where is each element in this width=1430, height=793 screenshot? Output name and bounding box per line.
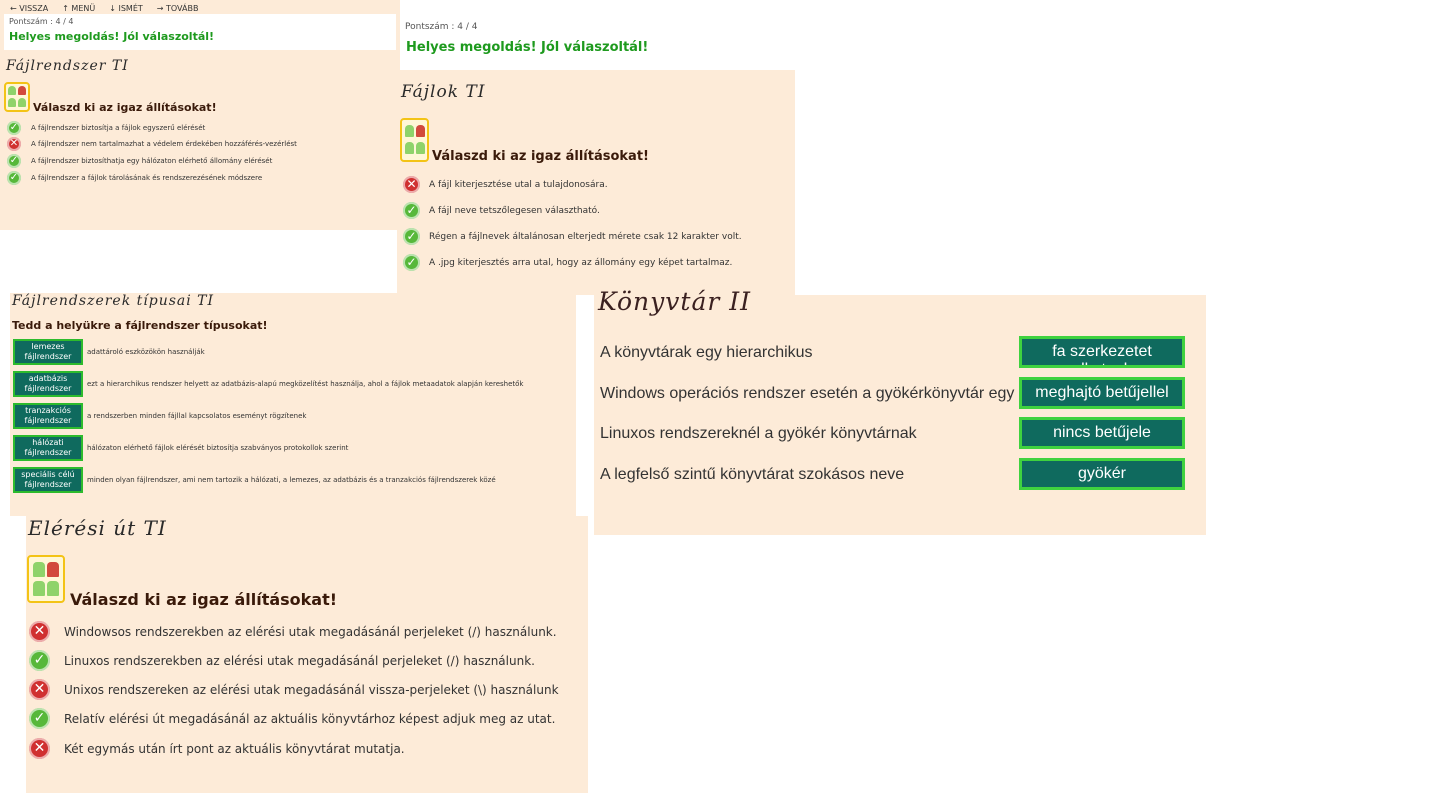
cross-icon: ✕ [29,679,50,700]
check-icon: ✓ [29,650,50,671]
statement-row[interactable]: ✓ A fájlrendszer a fájlok tárolásának és … [7,171,262,185]
statement-row[interactable]: ✕ Unixos rendszereken az elérési utak meg… [29,679,559,700]
cross-icon: ✕ [29,738,50,759]
check-icon: ✓ [403,202,420,219]
quiz-panel-directory [594,295,1206,535]
quiz-panel-files: Fájlok TI Válaszd ki az igaz állításokat… [397,70,795,295]
cross-icon: ✕ [29,621,50,642]
match-description: a rendszerben minden fájllal kapcsolatos… [87,412,307,420]
statement-row[interactable]: ✕ Két egymás után írt pont az aktuális kö… [29,738,405,759]
feedback-box-2: Pontszám : 4 / 4 Helyes megoldás! Jól vá… [400,15,795,70]
score-text: Pontszám : 4 / 4 [405,22,478,32]
quiz-icon [4,82,30,112]
question-title: Válaszd ki az igaz állításokat! [432,149,649,164]
check-icon: ✓ [29,708,50,729]
quiz-title: Elérési út TI [28,516,167,540]
quiz-title: Fájlrendszer TI [6,58,129,74]
quiz-panel-filesystem-types: Fájlrendszerek típusai TI Tedd a helyükr… [10,293,576,516]
quiz-icon [400,118,429,162]
match-description: adattároló eszközökön használják [87,348,205,356]
question-title: Válaszd ki az igaz állításokat! [70,590,338,609]
match-row: adatbázis fájlrendszer ezt a hierarchiku… [13,371,576,399]
feedback-box: Pontszám : 4 / 4 Helyes megoldás! Jól vá… [4,14,396,50]
sentence-text: A könyvtárak egy hierarchikus [600,344,813,361]
quiz-title: Könyvtár II [598,287,752,316]
type-tag[interactable]: hálózati fájlrendszer [13,435,83,461]
check-icon: ✓ [7,154,21,168]
statement-row[interactable]: ✓ A fájl neve tetszőlegesen választható. [403,202,600,219]
quiz-icon [27,555,65,603]
statement-row[interactable]: ✓ Relatív elérési út megadásánál az aktuá… [29,708,555,729]
check-icon: ✓ [403,228,420,245]
repeat-link[interactable]: ↓ ISMÉT [109,4,143,13]
statement-row[interactable]: ✓ Linuxos rendszerekben az elérési utak m… [29,650,535,671]
match-row: speciális célú fájlrendszer minden olyan… [13,467,576,495]
feedback-text: Helyes megoldás! Jól válaszoltál! [406,40,649,55]
quiz-title: Fájlrendszerek típusai TI [12,293,215,309]
feedback-text: Helyes megoldás! Jól válaszoltál! [9,30,215,43]
type-tag[interactable]: adatbázis fájlrendszer [13,371,83,397]
answer-box[interactable]: nincs betűjele [1019,417,1185,449]
type-tag[interactable]: speciális célú fájlrendszer [13,467,83,493]
statement-row[interactable]: ✕ A fájlrendszer nem tartalmazhat a védel… [7,137,297,151]
sentence-text: Windows operációs rendszer esetén a gyök… [600,385,1015,402]
question-title: Válaszd ki az igaz állításokat! [33,101,217,114]
statement-row[interactable]: ✓ A fájlrendszer biztosíthatja egy hálóza… [7,154,272,168]
answer-box[interactable]: fa szerkezetet alkotnak [1019,336,1185,368]
quiz-panel-filesystem: ← VISSZA ↑ MENÜ ↓ ISMÉT → TOVÁBB Pontszá… [0,0,400,230]
quiz-panel-path: Elérési út TI Válaszd ki az igaz állítás… [26,516,588,793]
instruction-text: Tedd a helyükre a fájlrendszer típusokat… [12,319,268,332]
statement-row[interactable]: ✕ Windowsos rendszerekben az elérési utak… [29,621,557,642]
sentence-text: Linuxos rendszereknél a gyökér könyvtárn… [600,425,917,442]
next-link[interactable]: → TOVÁBB [157,4,199,13]
match-list: lemezes fájlrendszer adattároló eszközök… [13,339,576,509]
cross-icon: ✕ [7,137,21,151]
match-description: hálózaton elérhető fájlok elérését bizto… [87,444,349,452]
answer-box[interactable]: gyökér [1019,458,1185,490]
type-tag[interactable]: tranzakciós fájlrendszer [13,403,83,429]
quiz-nav: ← VISSZA ↑ MENÜ ↓ ISMÉT → TOVÁBB [10,4,198,13]
score-text: Pontszám : 4 / 4 [9,17,74,26]
statement-row[interactable]: ✕ A fájl kiterjesztése utal a tulajdonosá… [403,176,608,193]
match-row: hálózati fájlrendszer hálózaton elérhető… [13,435,576,463]
check-icon: ✓ [7,171,21,185]
back-link[interactable]: ← VISSZA [10,4,48,13]
match-description: ezt a hierarchikus rendszer helyett az a… [87,380,524,388]
menu-link[interactable]: ↑ MENÜ [62,4,95,13]
check-icon: ✓ [403,254,420,271]
quiz-title: Fájlok TI [401,82,486,102]
match-row: tranzakciós fájlrendszer a rendszerben m… [13,403,576,431]
sentence-text: A legfelső szintű könyvtárat szokásos ne… [600,466,905,483]
check-icon: ✓ [7,121,21,135]
statement-row[interactable]: ✓ A .jpg kiterjesztés arra utal, hogy az … [403,254,732,271]
statement-row[interactable]: ✓ A fájlrendszer biztosítja a fájlok egys… [7,121,205,135]
match-row: lemezes fájlrendszer adattároló eszközök… [13,339,576,367]
type-tag[interactable]: lemezes fájlrendszer [13,339,83,365]
statement-row[interactable]: ✓ Régen a fájlnevek általánosan elterjedt… [403,228,742,245]
cross-icon: ✕ [403,176,420,193]
answer-box[interactable]: meghajtó betűjellel [1019,377,1185,409]
match-description: minden olyan fájlrendszer, ami nem tarto… [87,476,496,484]
